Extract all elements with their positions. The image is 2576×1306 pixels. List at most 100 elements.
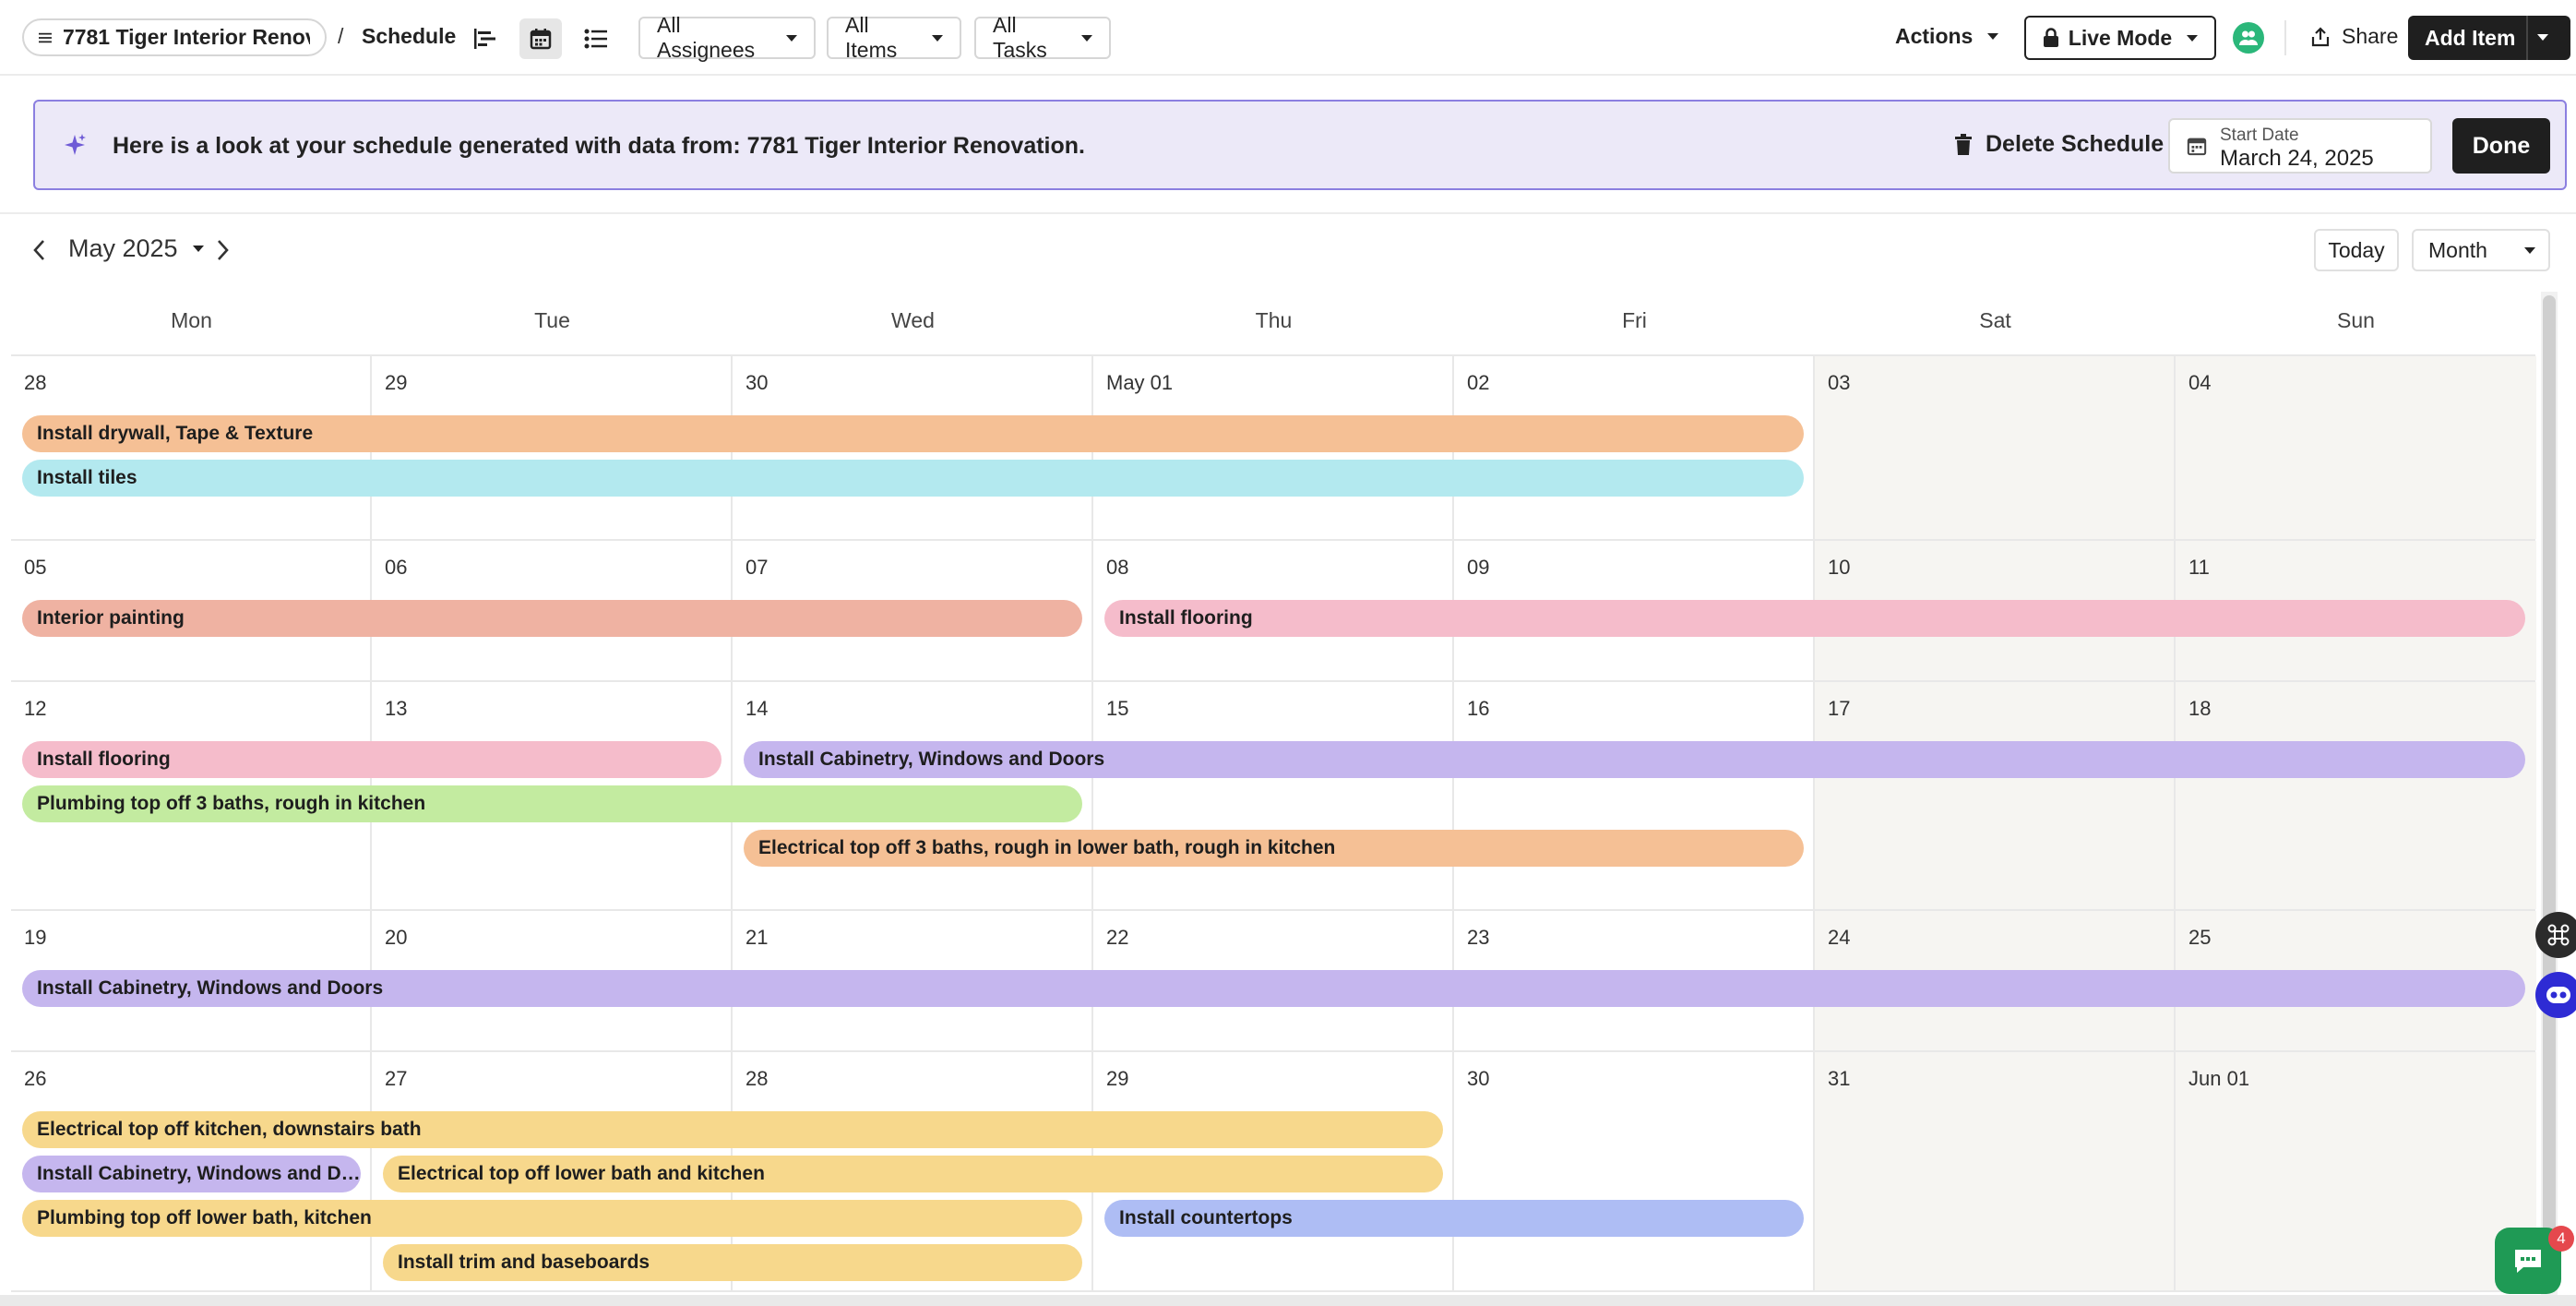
day-cell[interactable]: 18 — [2176, 682, 2536, 909]
week-row: 05 06 07 08 09 10 11 Interior painting Install f… — [11, 541, 2536, 682]
filter-tasks[interactable]: All Tasks — [974, 13, 1111, 62]
delete-schedule-label: Delete Schedule — [1986, 131, 2165, 157]
actions-menu[interactable]: Actions — [1895, 24, 1999, 49]
task-bar[interactable]: Install tiles — [22, 460, 1804, 497]
day-number: 05 — [24, 556, 47, 579]
delete-schedule-button[interactable]: Delete Schedule — [1954, 131, 2164, 158]
day-cell[interactable]: 03 — [1815, 356, 2176, 539]
day-number: 02 — [1467, 371, 1490, 394]
day-number: 18 — [2188, 697, 2212, 720]
breadcrumb-schedule[interactable]: Schedule — [362, 24, 456, 49]
task-bar[interactable]: Install Cabinetry, Windows and Doors — [744, 741, 2525, 778]
project-name: 7781 Tiger Interior Renova... — [62, 25, 310, 49]
task-bar[interactable]: Install drywall, Tape & Texture — [22, 415, 1804, 452]
day-number: 29 — [1106, 1067, 1129, 1090]
start-date-field[interactable]: Start Date March 24, 2025 — [2168, 118, 2432, 174]
add-item-button[interactable]: Add Item — [2408, 16, 2570, 60]
day-cell[interactable]: 17 — [1815, 682, 2176, 909]
weekday-wed: Wed — [891, 308, 935, 332]
day-number: 12 — [24, 697, 47, 720]
command-icon — [2547, 924, 2570, 946]
user-avatar[interactable] — [2233, 22, 2264, 54]
day-number: Jun 01 — [2188, 1067, 2250, 1090]
calendar-icon — [2187, 138, 2207, 156]
share-icon — [2311, 26, 2330, 46]
day-number: 11 — [2188, 556, 2210, 579]
day-number: 25 — [2188, 926, 2212, 949]
day-cell[interactable]: 31 — [1815, 1052, 2176, 1290]
day-cell[interactable]: 04 — [2176, 356, 2536, 539]
task-bar[interactable]: Electrical top off lower bath and kitche… — [383, 1156, 1443, 1192]
task-bar[interactable]: Install flooring — [22, 741, 722, 778]
filter-assignees[interactable]: All Assignees — [638, 13, 816, 62]
today-button[interactable]: Today — [2314, 229, 2399, 271]
day-number: 04 — [2188, 371, 2212, 394]
weekday-fri: Fri — [1622, 308, 1647, 332]
week-row: 19 20 21 22 23 24 25 Install Cabinetry, Windows… — [11, 911, 2536, 1052]
task-bar[interactable]: Install countertops — [1104, 1200, 1804, 1237]
caret-down-icon — [2524, 246, 2535, 254]
day-number: 10 — [1828, 556, 1851, 579]
task-bar[interactable]: Electrical top off kitchen, downstairs b… — [22, 1111, 1443, 1148]
calendar-icon — [530, 29, 552, 50]
view-selector[interactable]: Month — [2412, 229, 2550, 271]
actions-label: Actions — [1895, 24, 1974, 48]
weekday-sat: Sat — [1979, 308, 2011, 332]
add-item-label: Add Item — [2425, 25, 2516, 50]
command-tool-button[interactable] — [2535, 912, 2576, 958]
month-label: May 2025 — [68, 234, 178, 262]
chevron-left-icon[interactable] — [30, 238, 50, 262]
list-view-button[interactable] — [575, 18, 617, 59]
scrollbar-thumb[interactable] — [2543, 295, 2556, 1283]
top-bar: 7781 Tiger Interior Renova... / Schedule… — [0, 0, 2576, 76]
day-number: 17 — [1828, 697, 1851, 720]
assistant-button[interactable] — [2535, 972, 2576, 1018]
task-bar[interactable]: Electrical top off 3 baths, rough in low… — [744, 830, 1804, 867]
chevron-right-icon[interactable] — [212, 238, 233, 262]
caret-down-icon — [786, 34, 797, 42]
users-icon — [2239, 30, 2258, 45]
day-number: 28 — [745, 1067, 769, 1090]
menu-icon — [39, 32, 52, 42]
filter-items[interactable]: All Items — [827, 13, 961, 62]
day-number: 29 — [385, 371, 408, 394]
task-bar[interactable]: Install Cabinetry, Windows and Do... — [22, 1156, 361, 1192]
day-number: 16 — [1467, 697, 1490, 720]
breadcrumb-separator: / — [338, 24, 344, 48]
day-number: 28 — [24, 371, 47, 394]
day-cell[interactable]: 30 — [1454, 1052, 1815, 1290]
chat-notification-badge: 4 — [2548, 1226, 2574, 1252]
task-bar[interactable]: Plumbing top off 3 baths, rough in kitch… — [22, 785, 1082, 822]
day-number: 30 — [1467, 1067, 1490, 1090]
task-bar[interactable]: Install Cabinetry, Windows and Doors — [22, 970, 2525, 1007]
month-selector[interactable]: May 2025 — [68, 234, 204, 263]
caret-down-icon — [2187, 34, 2199, 42]
caret-down-icon[interactable] — [2537, 34, 2548, 41]
task-bar[interactable]: Interior painting — [22, 600, 1082, 637]
day-number: May 01 — [1106, 371, 1174, 394]
share-button[interactable]: Share — [2310, 24, 2398, 49]
start-date-value: March 24, 2025 — [2220, 146, 2374, 171]
day-cell[interactable]: 16 — [1454, 682, 1815, 909]
filter-items-label: All Items — [845, 13, 898, 62]
task-bar[interactable]: Plumbing top off lower bath, kitchen — [22, 1200, 1082, 1237]
live-mode-button[interactable]: Live Mode — [2024, 16, 2216, 60]
trash-icon — [1955, 133, 1972, 155]
task-bar[interactable]: Install trim and baseboards — [383, 1244, 1082, 1281]
day-number: 27 — [385, 1067, 408, 1090]
day-cell[interactable]: Jun 01 — [2176, 1052, 2536, 1290]
banner-message: Here is a look at your schedule generate… — [113, 133, 1085, 159]
project-selector[interactable]: 7781 Tiger Interior Renova... — [22, 18, 327, 56]
task-bar[interactable]: Install flooring — [1104, 600, 2525, 637]
day-number: 08 — [1106, 556, 1129, 579]
calendar-view-button[interactable] — [519, 18, 562, 59]
day-number: 14 — [745, 697, 769, 720]
day-number: 20 — [385, 926, 408, 949]
day-cell[interactable]: 15 — [1093, 682, 1454, 909]
schedule-generated-banner: Here is a look at your schedule generate… — [33, 100, 2567, 190]
start-date-label: Start Date — [2220, 126, 2299, 145]
weekday-mon: Mon — [171, 308, 212, 332]
gantt-view-button[interactable] — [464, 18, 507, 59]
done-button[interactable]: Done — [2452, 118, 2550, 174]
week-row: 12 13 14 15 16 17 18 Install flooring Install Ca… — [11, 682, 2536, 911]
